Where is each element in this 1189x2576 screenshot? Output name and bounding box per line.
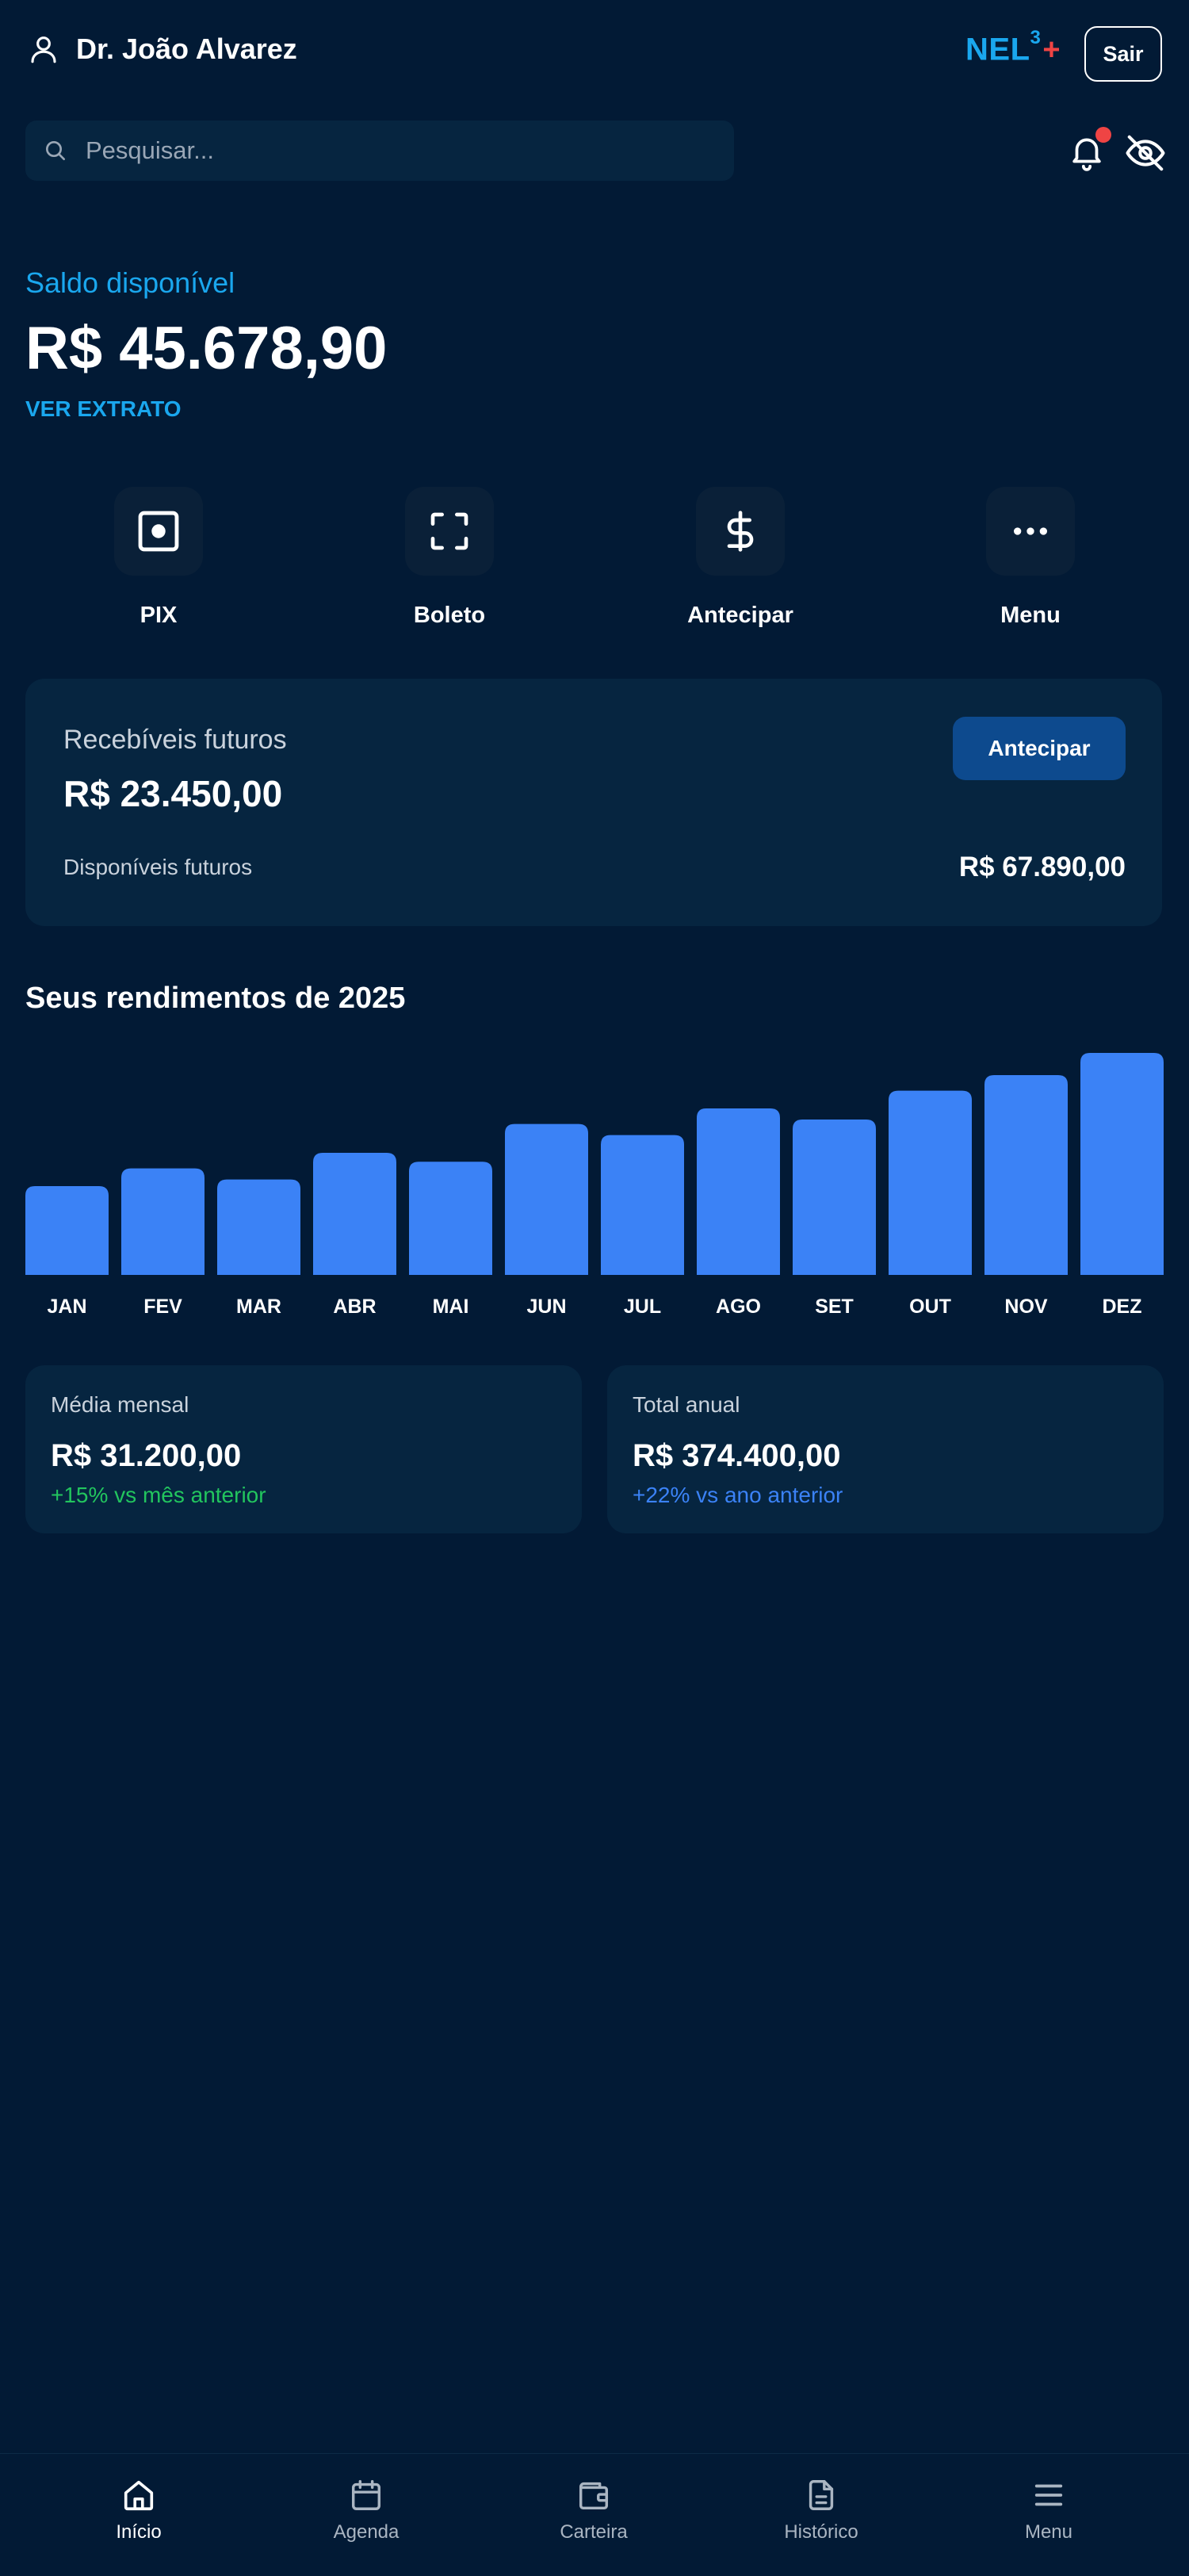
quick-action-menu-box[interactable] <box>986 487 1075 576</box>
nav-item-menu[interactable]: Menu <box>962 2477 1136 2543</box>
balance-label: Saldo disponível <box>25 266 235 299</box>
quick-action-boleto-box[interactable] <box>405 487 494 576</box>
bar-ago <box>697 1108 780 1275</box>
nav-label: Histórico <box>784 2521 858 2543</box>
x-tick-label: ABR <box>333 1296 376 1318</box>
search-bar[interactable] <box>25 121 734 181</box>
nav-label: Início <box>116 2521 162 2543</box>
nav-item-carteira[interactable]: Carteira <box>507 2477 681 2543</box>
earnings-bar-chart: JAN FEV MAR ABR MAI JUN JUL AGO SET OUT NOV DEZ <box>25 1053 1164 1318</box>
calendar-icon <box>351 2480 381 2510</box>
x-tick-label: NOV <box>1004 1296 1048 1318</box>
user-name: Dr. João Alvarez <box>76 33 297 65</box>
scan-icon <box>430 512 468 550</box>
x-tick-label: OUT <box>909 1296 951 1318</box>
x-tick-label: SET <box>815 1296 854 1318</box>
quick-action-boleto[interactable]: Boleto <box>370 487 529 629</box>
quick-action-label: PIX <box>140 603 178 628</box>
user-profile[interactable]: Dr. João Alvarez <box>27 32 297 67</box>
future-available-value: R$ 67.890,00 <box>958 852 1126 882</box>
quick-action-label: Antecipar <box>687 603 793 628</box>
notification-badge <box>1095 127 1111 143</box>
wallet-icon <box>579 2482 609 2510</box>
x-tick-label: FEV <box>143 1296 182 1318</box>
monthly-average-value: R$ 31.200,00 <box>51 1438 242 1473</box>
x-tick-label: JUN <box>526 1296 566 1318</box>
bar-set <box>793 1120 876 1275</box>
bar-jan <box>25 1186 109 1275</box>
brand-logo: NEL3+ <box>965 27 1061 67</box>
bar-out <box>889 1090 972 1275</box>
receivables-value: R$ 23.450,00 <box>63 773 283 814</box>
dollar-icon <box>727 511 754 552</box>
nav-item-inicio[interactable]: Início <box>52 2477 226 2543</box>
x-tick-label: AGO <box>716 1296 761 1318</box>
quick-action-menu[interactable]: Menu <box>951 487 1110 629</box>
annual-total-note: +22% vs ano anterior <box>633 1483 843 1507</box>
bar-dez <box>1080 1053 1164 1275</box>
nav-label: Agenda <box>333 2521 400 2543</box>
logo-plus: + <box>1042 33 1061 67</box>
nav-item-agenda[interactable]: Agenda <box>279 2477 453 2543</box>
pix-icon <box>138 511 179 552</box>
bar-abr <box>313 1153 396 1275</box>
quick-action-pix-box[interactable] <box>114 487 203 576</box>
x-tick-label: JUL <box>624 1296 661 1318</box>
search-icon <box>46 141 65 160</box>
quick-action-pix[interactable]: PIX <box>79 487 238 629</box>
bar-jul <box>601 1135 684 1275</box>
menu-icon <box>1034 2484 1063 2506</box>
quick-action-antecipar-box[interactable] <box>696 487 785 576</box>
bar-mar <box>217 1179 300 1275</box>
quick-action-label: Menu <box>1000 603 1061 628</box>
receivables-title: Recebíveis futuros <box>63 725 287 755</box>
bar-fev <box>121 1168 205 1275</box>
future-available-label: Disponíveis futuros <box>63 855 253 879</box>
annual-total-value: R$ 374.400,00 <box>633 1438 841 1473</box>
x-tick-label: MAR <box>236 1296 281 1318</box>
antecipar-button[interactable]: Antecipar <box>953 717 1126 780</box>
quick-action-label: Boleto <box>413 603 486 628</box>
view-statement-link[interactable]: VER EXTRATO <box>25 396 182 422</box>
bar-jun <box>505 1123 588 1275</box>
balance-value: R$ 45.678,90 <box>25 315 388 382</box>
nav-label: Carteira <box>560 2521 628 2543</box>
annual-total-label: Total anual <box>633 1392 740 1417</box>
nav-label: Menu <box>1024 2521 1073 2543</box>
document-icon <box>809 2480 834 2510</box>
quick-action-antecipar[interactable]: Antecipar <box>661 487 820 629</box>
monthly-average-label: Média mensal <box>51 1392 189 1417</box>
bar-nov <box>984 1075 1068 1275</box>
x-tick-label: JAN <box>47 1296 86 1318</box>
user-icon <box>31 36 56 63</box>
logo-text: NEL <box>965 32 1030 67</box>
monthly-average-note: +15% vs mês anterior <box>51 1483 266 1507</box>
nav-item-historico[interactable]: Histórico <box>734 2477 908 2543</box>
bar-mai <box>409 1162 492 1275</box>
earnings-title: Seus rendimentos de 2025 <box>25 982 406 1015</box>
home-icon <box>124 2480 154 2511</box>
logo-superscript: 3 <box>1030 27 1042 48</box>
search-input[interactable] <box>84 136 705 166</box>
x-tick-label: DEZ <box>1103 1296 1142 1318</box>
more-icon <box>1014 527 1047 535</box>
eye-off-icon[interactable] <box>1124 132 1167 174</box>
x-tick-label: MAI <box>433 1296 469 1318</box>
logout-button[interactable]: Sair <box>1084 26 1162 82</box>
